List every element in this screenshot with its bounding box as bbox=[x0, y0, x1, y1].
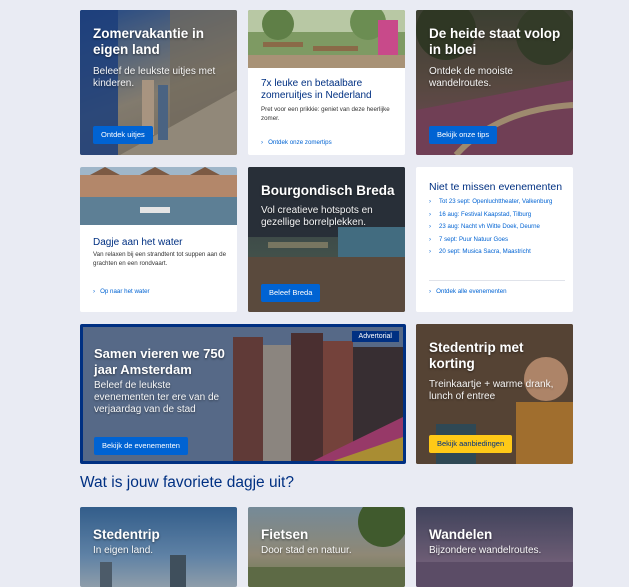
evenement-label: 23 aug: Nacht vh Witte Doek, Deurne bbox=[439, 223, 540, 231]
stedentrip-korting-text: Treinkaartje + warme drank, lunch of ent… bbox=[429, 379, 554, 402]
zomeruitjes-title: 7x leuke en betaalbare zomeruitjes in Ne… bbox=[261, 78, 372, 101]
favorite-wandelen[interactable]: Wandelen Bijzondere wandelroutes. bbox=[416, 507, 573, 587]
ontdek-uitjes-button[interactable]: Ontdek uitjes bbox=[93, 126, 153, 144]
evenement-item[interactable]: › 23 aug: Nacht vh Witte Doek, Deurne bbox=[429, 223, 565, 231]
evenement-item[interactable]: › 20 sept: Musica Sacra, Maastricht bbox=[429, 248, 565, 256]
water-link[interactable]: › Op naar het water bbox=[93, 288, 150, 295]
chevron-right-icon: › bbox=[429, 223, 432, 231]
beleef-breda-button[interactable]: Beleef Breda bbox=[261, 284, 321, 302]
card-stedentrip-korting[interactable]: Stedentrip met korting Treinkaartje + wa… bbox=[416, 324, 573, 464]
evenementen-title: Niet te missen evenementen bbox=[429, 181, 563, 193]
chevron-right-icon: › bbox=[429, 235, 432, 243]
evenement-item[interactable]: › 16 aug: Festival Kaapstad, Tilburg bbox=[429, 211, 565, 219]
card-heide[interactable]: De heide staat volop in bloei Ontdek de … bbox=[416, 10, 573, 155]
zomeruitjes-text: Pret voor een prikkie: geniet van deze h… bbox=[261, 106, 390, 122]
zomervakantie-text: Beleef de leukste uitjes met kinderen. bbox=[93, 66, 216, 89]
section-title: Wat is jouw favoriete dagje uit? bbox=[80, 474, 294, 491]
bekijk-evenementen-button[interactable]: Bekijk de evenementen bbox=[94, 437, 188, 455]
bekijk-aanbiedingen-button[interactable]: Bekijk aanbiedingen bbox=[429, 435, 513, 453]
card-amsterdam[interactable]: Advertorial Samen vieren we 750 jaar Ams… bbox=[80, 324, 406, 464]
heide-title: De heide staat volop in bloei bbox=[429, 26, 561, 57]
alle-evenementen-link[interactable]: › Ontdek alle evenementen bbox=[429, 288, 507, 295]
water-title: Dagje aan het water bbox=[93, 237, 183, 248]
evenement-label: Tot 23 sept: Openluchttheater, Valkenbur… bbox=[439, 198, 553, 205]
advertorial-badge: Advertorial bbox=[351, 331, 399, 342]
card-zomervakantie[interactable]: Zomervakantie in eigen land Beleef de le… bbox=[80, 10, 237, 155]
card-water[interactable]: Dagje aan het water Van relaxen bij een … bbox=[80, 167, 237, 312]
zomertips-link-label: Ontdek onze zomertips bbox=[268, 139, 332, 146]
evenement-label: 7 sept: Puur Natuur Goes bbox=[439, 235, 509, 243]
chevron-right-icon: › bbox=[93, 288, 96, 295]
stedentrip-title: Stedentrip bbox=[93, 527, 160, 542]
evenement-label: 16 aug: Festival Kaapstad, Tilburg bbox=[439, 210, 532, 218]
evenement-item[interactable]: › 7 sept: Puur Natuur Goes bbox=[429, 236, 565, 244]
chevron-right-icon: › bbox=[261, 139, 264, 146]
water-link-label: Op naar het water bbox=[100, 288, 150, 295]
zomervakantie-title: Zomervakantie in eigen land bbox=[93, 26, 205, 57]
chevron-right-icon: › bbox=[429, 248, 432, 256]
favorite-fietsen[interactable]: Fietsen Door stad en natuur. bbox=[248, 507, 405, 587]
breda-title: Bourgondisch Breda bbox=[261, 183, 395, 198]
stedentrip-text: In eigen land. bbox=[93, 545, 154, 556]
water-photo bbox=[80, 167, 237, 225]
evenement-item[interactable]: › Tot 23 sept: Openluchttheater, Valkenbu… bbox=[429, 198, 565, 206]
wandelen-title: Wandelen bbox=[429, 527, 493, 542]
zomertips-link[interactable]: › Ontdek onze zomertips bbox=[261, 139, 332, 146]
chevron-right-icon: › bbox=[429, 288, 432, 295]
chevron-right-icon: › bbox=[429, 210, 432, 218]
card-zomeruitjes[interactable]: 7x leuke en betaalbare zomeruitjes in Ne… bbox=[248, 10, 405, 155]
stedentrip-korting-title: Stedentrip met korting bbox=[429, 340, 524, 371]
water-text: Van relaxen bij een strandtent tot suppe… bbox=[93, 251, 227, 267]
alle-evenementen-label: Ontdek alle evenementen bbox=[436, 288, 507, 295]
evenement-label: 20 sept: Musica Sacra, Maastricht bbox=[439, 248, 531, 256]
zomeruitjes-photo bbox=[248, 10, 405, 68]
bekijk-onze-tips-button[interactable]: Bekijk onze tips bbox=[429, 126, 498, 144]
amsterdam-title: Samen vieren we 750 jaar Amsterdam bbox=[94, 346, 225, 377]
card-evenementen: Niet te missen evenementen › Tot 23 sept:… bbox=[416, 167, 573, 312]
heide-text: Ontdek de mooiste wandelroutes. bbox=[429, 66, 513, 89]
amsterdam-text: Beleef de leukste evenementen ter ere va… bbox=[94, 380, 220, 415]
fietsen-text: Door stad en natuur. bbox=[261, 545, 352, 556]
divider bbox=[429, 280, 565, 281]
fietsen-title: Fietsen bbox=[261, 527, 309, 542]
evenementen-list: › Tot 23 sept: Openluchttheater, Valkenbu… bbox=[429, 198, 565, 261]
card-breda[interactable]: Bourgondisch Breda Vol creatieve hotspot… bbox=[248, 167, 405, 312]
chevron-right-icon: › bbox=[429, 198, 432, 205]
favorite-stedentrip[interactable]: Stedentrip In eigen land. bbox=[80, 507, 237, 587]
breda-text: Vol creatieve hotspots en gezellige borr… bbox=[261, 205, 373, 228]
wandelen-text: Bijzondere wandelroutes. bbox=[429, 545, 542, 556]
